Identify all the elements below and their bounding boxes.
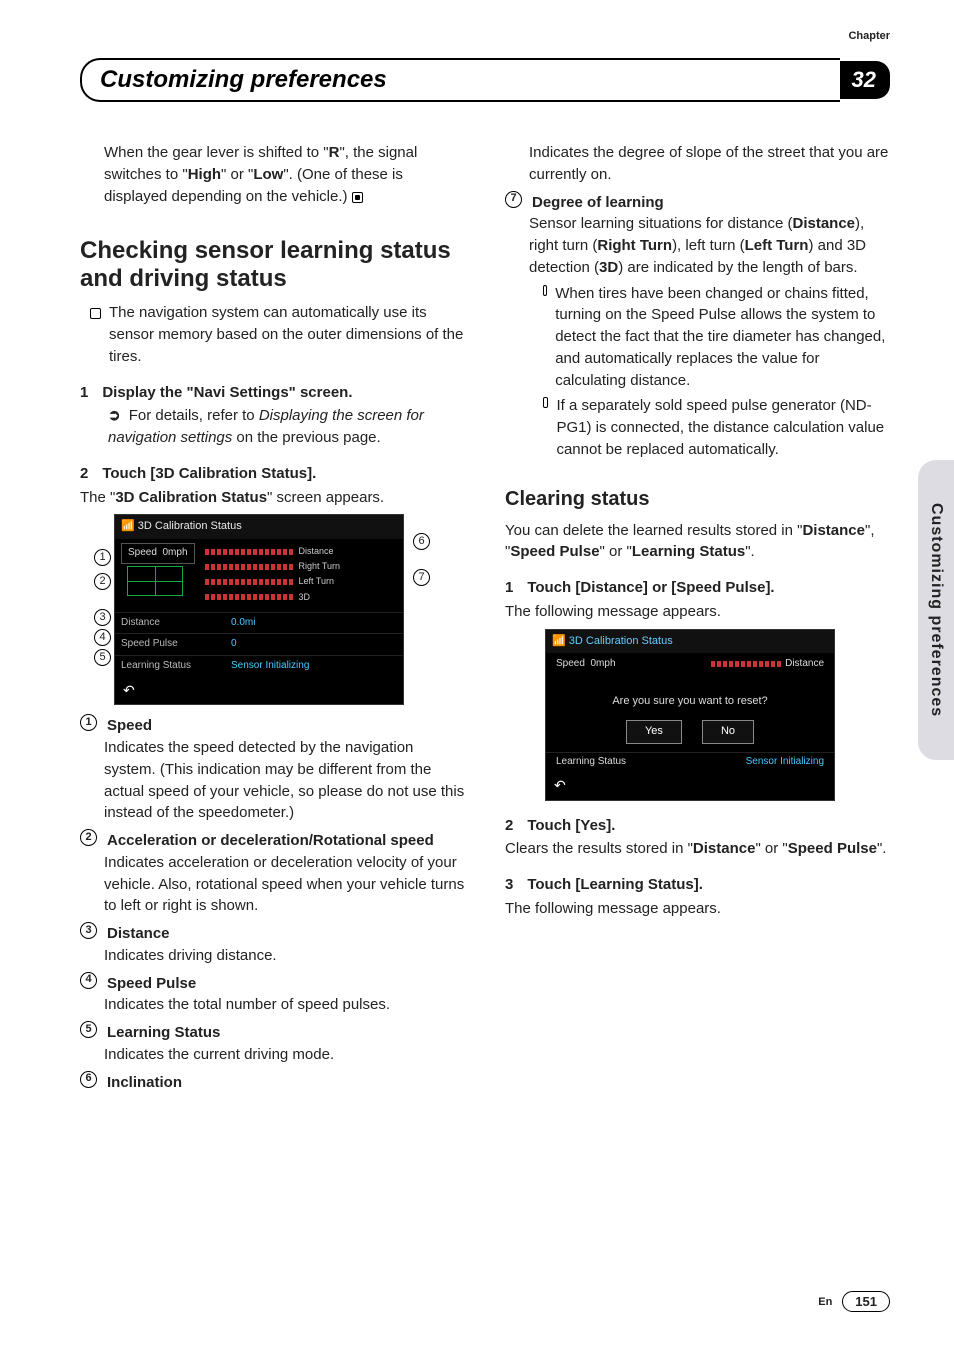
clear-step-1: 1 Touch [Distance] or [Speed Pulse].: [505, 577, 890, 599]
right-column: Indicates the degree of slope of the str…: [505, 142, 890, 1095]
step-2-body: The "3D Calibration Status" screen appea…: [80, 487, 465, 509]
section-heading-clearing: Clearing status: [505, 485, 890, 514]
callout-3: 3: [94, 609, 111, 626]
clear-step-3-body: The following message appears.: [505, 898, 890, 920]
g-sensor-display: [127, 566, 183, 596]
inclination-body: Indicates the degree of slope of the str…: [529, 142, 890, 186]
sub-note-1: When tires have been changed or chains f…: [543, 283, 890, 392]
clear-step-1-body: The following message appears.: [505, 601, 890, 623]
callout-6: 6: [413, 533, 430, 550]
confirm-title: 📶 3D Calibration Status: [546, 630, 834, 654]
side-tab: Customizing preferences: [918, 460, 954, 760]
confirm-prompt: Are you sure you want to reset?: [546, 676, 834, 720]
sub-note-2: If a separately sold speed pulse generat…: [543, 395, 890, 460]
header-bar: Customizing preferences 32: [80, 58, 890, 102]
clearing-intro: You can delete the learned results store…: [505, 520, 890, 564]
def-num-7: 7: [505, 191, 522, 208]
stop-icon: [352, 192, 363, 203]
bar-3d: [205, 594, 295, 600]
callout-5: 5: [94, 649, 111, 666]
bar-icon: [711, 661, 781, 667]
callout-7: 7: [413, 569, 430, 586]
header-title-wrap: Customizing preferences: [80, 58, 840, 102]
row-learning-status[interactable]: Learning StatusSensor Initializing: [115, 655, 403, 677]
def-num-5: 5: [80, 1021, 97, 1038]
note-icon: [90, 308, 101, 319]
clear-step-2: 2 Touch [Yes].: [505, 815, 890, 837]
speed-readout: Speed 0mph: [121, 543, 195, 564]
footer-page-number: 151: [842, 1291, 890, 1312]
callout-4: 4: [94, 629, 111, 646]
yes-button[interactable]: Yes: [626, 720, 682, 744]
step-1-ref: ➲ For details, refer to Displaying the s…: [108, 405, 465, 449]
back-button[interactable]: ↶: [115, 676, 403, 704]
footer-lang: En: [818, 1296, 832, 1308]
note-icon: [543, 285, 547, 296]
def-num-6: 6: [80, 1071, 97, 1088]
no-button[interactable]: No: [702, 720, 754, 744]
calibration-diagram: 1 2 3 4 5 6 7 📶 3D Calibration Status Sp…: [100, 514, 430, 705]
page-footer: En 151: [818, 1291, 890, 1312]
note-icon: [543, 397, 548, 408]
bar-left-turn: [205, 579, 295, 585]
section-heading-checking: Checking sensor learning status and driv…: [80, 237, 465, 292]
callout-1: 1: [94, 549, 111, 566]
intro-paragraph: When the gear lever is shifted to "R", t…: [104, 142, 465, 207]
step-1: 1 Display the "Navi Settings" screen.: [80, 382, 465, 404]
page-title: Customizing preferences: [100, 66, 387, 93]
step-2: 2 Touch [3D Calibration Status].: [80, 463, 465, 485]
chapter-number-badge: 32: [838, 61, 890, 99]
clear-step-2-body: Clears the results stored in "Distance" …: [505, 838, 890, 860]
def-7-body: Sensor learning situations for distance …: [529, 213, 890, 278]
confirm-screen: 📶 3D Calibration Status Speed 0mph Dista…: [545, 629, 835, 801]
def-num-3: 3: [80, 922, 97, 939]
reference-arrow-icon: ➲: [108, 407, 121, 424]
clear-step-3: 3 Touch [Learning Status].: [505, 874, 890, 896]
bar-distance: [205, 549, 295, 555]
definition-list: 1SpeedIndicates the speed detected by th…: [80, 715, 465, 1093]
row-distance[interactable]: Distance0.0mi: [115, 612, 403, 634]
back-button[interactable]: ↶: [546, 771, 834, 799]
def-num-1: 1: [80, 714, 97, 731]
left-column: When the gear lever is shifted to "R", t…: [80, 142, 465, 1095]
calibration-screen: 📶 3D Calibration Status Speed 0mph Dista…: [114, 514, 404, 705]
callout-2: 2: [94, 573, 111, 590]
chapter-label: Chapter: [848, 30, 890, 42]
def-num-4: 4: [80, 972, 97, 989]
bar-right-turn: [205, 564, 295, 570]
note-bullet: The navigation system can automatically …: [90, 302, 465, 367]
row-speed-pulse[interactable]: Speed Pulse0: [115, 633, 403, 655]
def-num-2: 2: [80, 829, 97, 846]
screen-title: 📶 3D Calibration Status: [115, 515, 403, 539]
